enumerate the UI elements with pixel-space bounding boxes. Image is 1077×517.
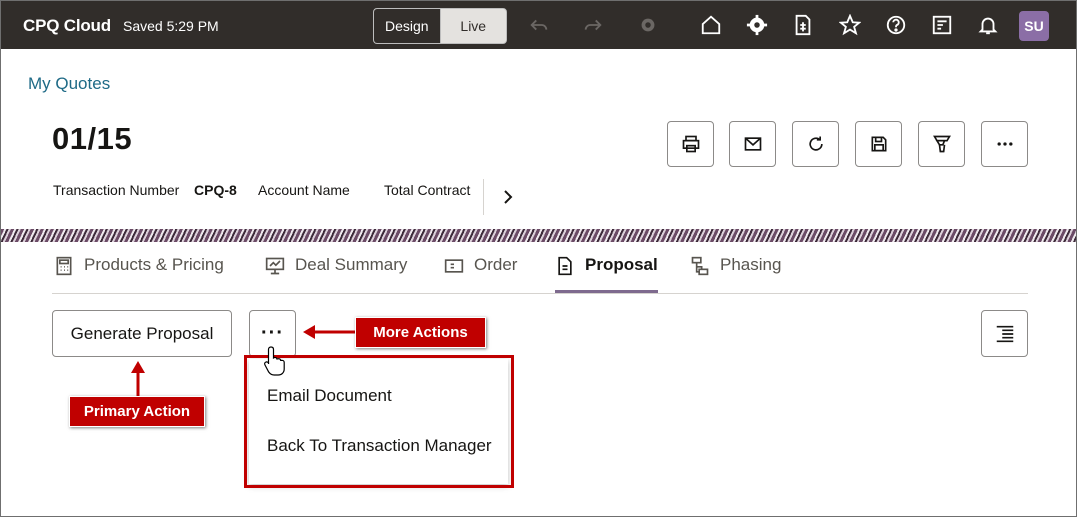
ellipsis-icon <box>997 142 1012 146</box>
hand-cursor-icon <box>264 346 285 376</box>
presentation-icon <box>265 257 285 275</box>
save-button[interactable] <box>855 121 902 167</box>
saved-status: Saved 5:29 PM <box>123 18 219 34</box>
save-disk-icon <box>871 136 886 152</box>
refresh-icon <box>808 136 823 151</box>
generate-proposal-button[interactable]: Generate Proposal <box>52 310 232 357</box>
chevron-right-icon[interactable] <box>498 187 518 207</box>
calculator-document-icon[interactable] <box>791 13 815 37</box>
document-icon <box>558 256 572 276</box>
tab-deal-summary[interactable]: Deal Summary <box>265 255 407 293</box>
funnel-icon <box>932 135 951 153</box>
favorite-star-icon[interactable] <box>838 13 862 37</box>
primary-action-arrow-icon <box>131 361 145 397</box>
tab-label: Proposal <box>585 255 658 274</box>
tab-label: Products & Pricing <box>84 255 224 274</box>
tab-order[interactable]: Order <box>444 255 517 293</box>
tab-label: Order <box>474 255 518 274</box>
breadcrumb-my-quotes[interactable]: My Quotes <box>28 74 110 94</box>
app-title: CPQ Cloud <box>23 16 111 35</box>
gear-icon[interactable] <box>745 13 769 37</box>
more-actions-callout: More Actions <box>355 317 486 348</box>
hierarchy-icon <box>691 256 709 276</box>
list-view-button[interactable] <box>981 310 1028 357</box>
envelope-icon <box>744 137 761 151</box>
redo-icon[interactable] <box>581 13 605 37</box>
tab-proposal[interactable]: Proposal <box>555 255 658 293</box>
calculator-icon <box>56 256 72 276</box>
page-title: 01/15 <box>52 121 133 156</box>
report-icon[interactable] <box>930 13 954 37</box>
funnel-button[interactable] <box>918 121 965 167</box>
settings-disabled-icon[interactable] <box>636 13 660 37</box>
header-more-actions-button[interactable] <box>981 121 1028 167</box>
top-navigation-bar: CPQ Cloud Saved 5:29 PM Design Live SU <box>1 1 1076 49</box>
design-mode-button[interactable]: Design <box>374 9 441 43</box>
transaction-number-label: Transaction Number <box>53 182 180 198</box>
total-contract-label: Total Contract <box>384 182 471 198</box>
account-name-label: Account Name <box>258 182 350 198</box>
email-button[interactable] <box>729 121 776 167</box>
transaction-number-value: CPQ-8 <box>194 182 237 198</box>
live-mode-button[interactable]: Live <box>440 9 506 43</box>
primary-action-callout: Primary Action <box>69 396 205 427</box>
refresh-button[interactable] <box>792 121 839 167</box>
decorative-banner <box>1 229 1076 242</box>
home-icon[interactable] <box>699 13 723 37</box>
more-actions-arrow-icon <box>303 325 359 339</box>
meta-divider <box>483 179 484 215</box>
print-button[interactable] <box>667 121 714 167</box>
printer-icon <box>682 135 699 153</box>
help-icon[interactable] <box>884 13 908 37</box>
mode-toggle: Design Live <box>373 8 507 44</box>
user-avatar[interactable]: SU <box>1019 11 1049 41</box>
tab-label: Deal Summary <box>295 255 408 274</box>
tab-divider <box>52 293 1028 294</box>
tab-label: Phasing <box>720 255 782 274</box>
undo-icon[interactable] <box>527 13 551 37</box>
tab-phasing[interactable]: Phasing <box>690 255 781 293</box>
tab-products-pricing[interactable]: Products & Pricing <box>54 255 224 293</box>
notification-bell-icon[interactable] <box>976 13 1000 37</box>
order-icon <box>444 259 464 273</box>
align-list-icon <box>996 325 1013 342</box>
